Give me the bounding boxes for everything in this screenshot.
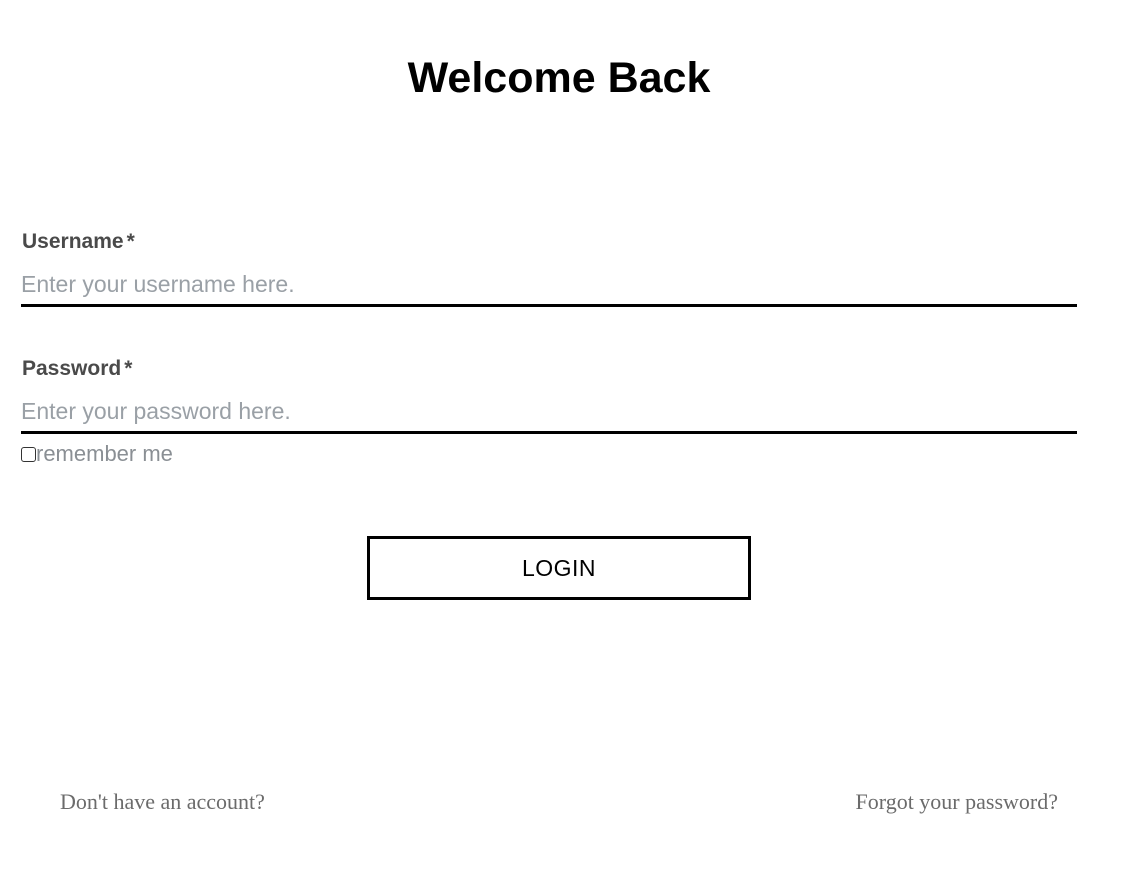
password-label-text: Password bbox=[22, 357, 122, 380]
password-label: Password * bbox=[22, 356, 132, 382]
username-required-mark: * bbox=[126, 230, 135, 253]
remember-me-row: remember me bbox=[21, 441, 173, 467]
remember-me-label[interactable]: remember me bbox=[36, 441, 173, 467]
remember-me-checkbox[interactable] bbox=[21, 446, 36, 462]
page-title: Welcome Back bbox=[407, 54, 711, 102]
username-input[interactable] bbox=[21, 269, 1077, 307]
password-required-mark: * bbox=[124, 357, 133, 380]
password-input[interactable] bbox=[21, 396, 1077, 434]
username-label-text: Username bbox=[22, 230, 124, 253]
forgot-password-link[interactable]: Forgot your password? bbox=[856, 788, 1058, 816]
username-label: Username * bbox=[22, 229, 135, 255]
login-button[interactable]: LOGIN bbox=[367, 536, 751, 600]
signup-link[interactable]: Don't have an account? bbox=[60, 788, 265, 816]
